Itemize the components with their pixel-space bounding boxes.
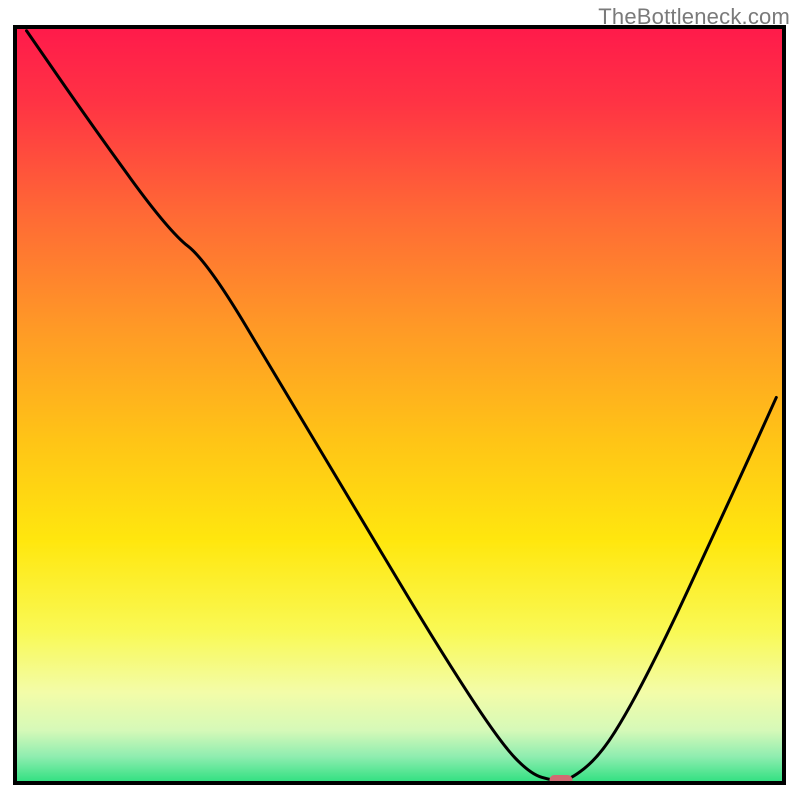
- plot-background: [15, 27, 784, 783]
- bottleneck-chart: [0, 0, 800, 800]
